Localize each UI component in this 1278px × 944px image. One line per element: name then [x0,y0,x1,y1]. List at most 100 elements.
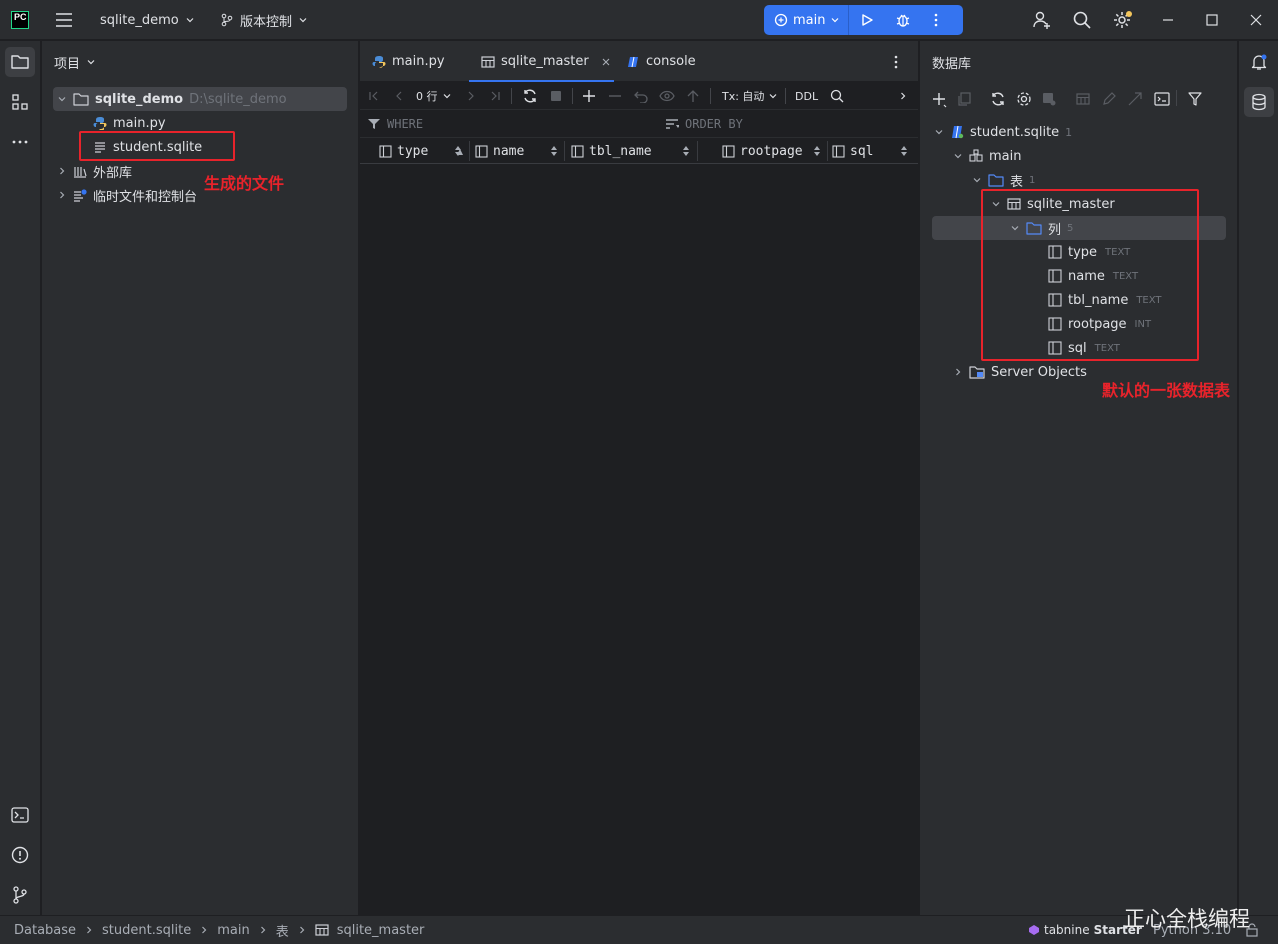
project-folder-icon[interactable] [5,47,35,77]
play-icon[interactable] [849,5,885,35]
where-filter[interactable]: WHERE [367,110,423,138]
git-branch-icon[interactable] [5,880,35,910]
datasource-count: 1 [1065,125,1073,139]
vcs-menu[interactable]: 版本控制 [220,0,308,40]
search-icon[interactable] [1072,0,1092,40]
next-page-icon[interactable] [463,82,479,110]
annotation-box-default-table [981,189,1199,361]
sort-arrows-icon[interactable] [551,146,557,156]
problems-icon[interactable] [5,840,35,870]
sort-arrows-icon[interactable] [901,146,907,156]
column-divider [469,141,470,161]
project-root-name: sqlite_demo [95,91,184,107]
revert-icon[interactable] [631,82,651,110]
external-libs-label: 外部库 [93,165,133,181]
breadcrumb-item[interactable]: main [217,923,249,938]
copy-icon[interactable] [958,92,972,106]
tab-main-py[interactable]: main.py [372,41,445,82]
more-vertical-icon[interactable] [921,5,951,35]
breadcrumb-item[interactable]: 表 [276,921,289,940]
more-vertical-icon[interactable] [894,41,898,82]
refresh-icon[interactable] [520,82,540,110]
query-console-icon[interactable] [1154,92,1170,106]
console-disabled-icon[interactable] [1042,92,1056,106]
sort-arrows-icon[interactable] [683,146,689,156]
view-icon[interactable] [657,82,677,110]
chevron-down-icon [186,18,194,23]
column-header[interactable]: sql [832,138,912,164]
sort-arrows-icon[interactable] [814,146,820,156]
submit-icon[interactable] [683,82,703,110]
jump-icon[interactable] [1128,92,1142,106]
hamburger-menu-icon[interactable] [54,0,74,40]
breadcrumb-item[interactable]: sqlite_master [337,923,425,938]
edit-pencil-icon[interactable] [1102,92,1116,106]
tab-console[interactable]: console [626,41,696,82]
structure-icon[interactable] [5,87,35,117]
filter-icon [368,119,380,129]
settings-gear-icon[interactable] [1112,0,1134,40]
filter-icon[interactable] [1188,92,1202,106]
toolbar-divider [572,88,573,104]
transaction-mode-selector[interactable]: Tx: 自动 [722,82,778,110]
notifications-bell-icon[interactable] [1244,47,1274,77]
watermark: 正心全栈编程 [1124,907,1250,931]
tree-item-server-objects[interactable]: Server Objects [953,360,1087,384]
add-user-icon[interactable] [1032,0,1052,40]
tab-label: console [646,54,696,69]
breadcrumb-item[interactable]: student.sqlite [102,923,191,938]
terminal-icon[interactable] [5,800,35,830]
stop-icon[interactable] [547,82,565,110]
order-by-placeholder: ORDER BY [685,117,743,131]
app-logo-text: PC [14,12,27,22]
column-divider [697,141,698,161]
tab-close-icon[interactable] [601,57,611,67]
properties-gear-icon[interactable] [1016,91,1032,107]
first-page-icon[interactable] [366,82,382,110]
table-view-icon[interactable] [1076,92,1090,106]
add-row-icon[interactable] [579,82,599,110]
rows-count-selector[interactable]: 0 行 [416,82,452,110]
column-header[interactable]: name [475,138,563,164]
tree-item-project-root[interactable]: sqlite_demo D:\sqlite_demo [57,87,287,111]
column-header[interactable]: tbl_name [571,138,691,164]
project-name: sqlite_demo [100,12,179,28]
project-panel-header[interactable]: 项目 [54,50,96,74]
tree-item-scratches[interactable]: 临时文件和控制台 [57,183,197,207]
left-tool-stripe [0,41,41,915]
tree-item-external-libraries[interactable]: 外部库 [57,159,132,183]
column-header[interactable]: type ▲ [379,138,467,164]
run-config-selector[interactable]: main [764,5,850,35]
annotation-generated-file: 生成的文件 [204,174,285,193]
tree-item-datasource[interactable]: student.sqlite 1 [934,120,1072,144]
delete-row-icon[interactable] [605,82,625,110]
chevron-right-icon[interactable] [896,82,910,110]
tree-item-schema[interactable]: main [953,144,1021,168]
refresh-icon[interactable] [990,91,1006,107]
breadcrumb-item[interactable]: Database [14,923,76,938]
column-header[interactable]: rootpage [722,138,827,164]
close-icon[interactable] [1250,0,1262,40]
minimize-icon[interactable] [1162,0,1174,40]
rows-count-label: 0 行 [416,90,438,103]
project-panel: 项目 sqlite_demo D:\sqlite_demo main.py st… [42,41,359,915]
folder-icon [73,93,89,106]
ddl-button[interactable]: DDL [795,82,818,110]
last-page-icon[interactable] [487,82,503,110]
add-datasource-icon[interactable] [932,92,948,108]
maximize-icon[interactable] [1206,0,1218,40]
debug-bug-icon[interactable] [885,5,921,35]
more-horizontal-icon[interactable] [5,127,35,157]
search-icon[interactable] [828,82,846,110]
database-panel-title: 数据库 [932,56,972,72]
project-switcher[interactable]: sqlite_demo [100,0,195,40]
sort-arrows-icon[interactable] [455,146,461,156]
chevron-down-icon [832,18,839,23]
column-header-label: rootpage [740,143,803,159]
tabnine-label: tabnine [1044,923,1090,937]
order-by-filter[interactable]: ORDER BY [665,110,743,138]
previous-page-icon[interactable] [391,82,407,110]
tab-sqlite-master[interactable]: sqlite_master [469,41,614,82]
run-config-label: main [793,12,826,28]
database-tool-icon[interactable] [1244,87,1274,117]
